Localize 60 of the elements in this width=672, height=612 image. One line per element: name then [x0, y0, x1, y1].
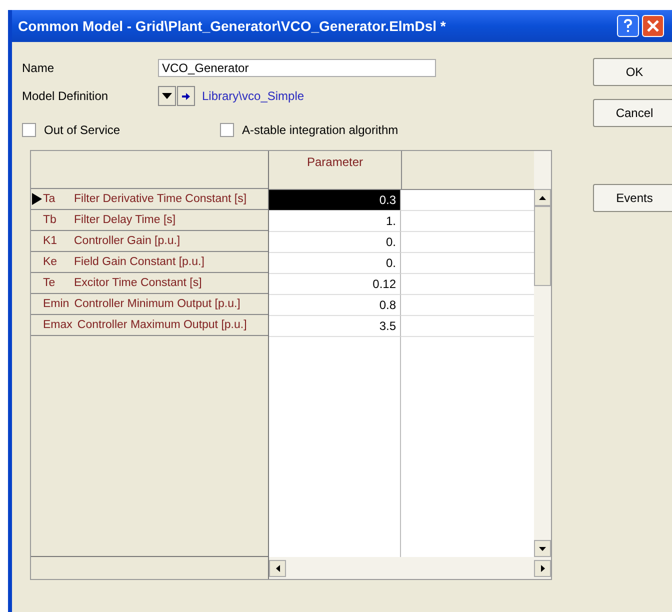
- scroll-up-button[interactable]: [534, 189, 551, 206]
- value-cell[interactable]: 3.5: [269, 316, 401, 337]
- model-link[interactable]: Library\vco_Simple: [202, 89, 304, 103]
- up-triangle-icon: [539, 196, 546, 200]
- parameter-symbol: Te: [43, 277, 56, 289]
- close-icon: [647, 20, 659, 32]
- checkbox[interactable]: [22, 123, 36, 137]
- row-header[interactable]: Emin Controller Minimum Output [p.u.]: [31, 294, 268, 315]
- help-icon: [621, 18, 635, 34]
- value-cell[interactable]: 0.12: [269, 274, 401, 295]
- dialog-button[interactable]: Cancel: [593, 99, 672, 127]
- value-cell[interactable]: 0.8: [269, 295, 401, 316]
- model-definition-label: Model Definition: [22, 89, 110, 103]
- name-label: Name: [22, 61, 56, 75]
- down-triangle-icon: [539, 546, 546, 550]
- dialog-button[interactable]: Events: [593, 184, 672, 212]
- down-triangle-icon: [162, 93, 172, 99]
- parameter-symbol: K1: [43, 235, 58, 247]
- parameter-symbol: Tb: [43, 214, 58, 226]
- vertical-scrollbar[interactable]: [534, 151, 551, 557]
- scroll-left-button[interactable]: [269, 560, 286, 576]
- checkbox[interactable]: [220, 123, 234, 137]
- name-field[interactable]: VCO_Generator: [158, 59, 436, 77]
- value-cell[interactable]: 0.: [269, 232, 401, 253]
- value-cell[interactable]: 0.: [269, 253, 401, 274]
- scroll-thumb[interactable]: [534, 206, 551, 286]
- parameter-description: Field Gain Constant [p.u.]: [74, 256, 204, 268]
- parameter-description: Excitor Time Constant [s]: [74, 277, 202, 289]
- row-header[interactable]: Ta Filter Derivative Time Constant [s]: [31, 189, 268, 210]
- window-title: Common Model - Grid\Plant_Generator\VCO_Generator.ElmDsl *: [18, 18, 447, 34]
- row-header[interactable]: Te Excitor Time Constant [s]: [31, 273, 268, 294]
- row-header[interactable]: Tb Filter Delay Time [s]: [31, 210, 268, 231]
- column-header[interactable]: Parameter: [269, 151, 402, 189]
- dropdown-button[interactable]: [158, 86, 176, 106]
- jump-button[interactable]: [177, 86, 195, 106]
- close-button[interactable]: [642, 15, 664, 37]
- parameter-symbol: Ta: [43, 193, 56, 205]
- parameter-symbol: Emax: [43, 319, 72, 331]
- checkbox-label: A-stable integration algorithm: [242, 123, 398, 137]
- scroll-right-button[interactable]: [534, 560, 551, 576]
- scroll-down-button[interactable]: [534, 540, 551, 557]
- dialog-button[interactable]: OK: [593, 58, 672, 86]
- parameter-description: Controller Minimum Output [p.u.]: [74, 298, 240, 310]
- parameter-description: Controller Gain [p.u.]: [74, 235, 180, 247]
- row-header[interactable]: Ke Field Gain Constant [p.u.]: [31, 252, 268, 273]
- parameter-description: Filter Delay Time [s]: [74, 214, 176, 226]
- checkbox-label: Out of Service: [44, 123, 120, 137]
- row-header[interactable]: Emax Controller Maximum Output [p.u.]: [31, 315, 268, 336]
- right-arrow-icon: [182, 92, 190, 100]
- help-button[interactable]: [617, 15, 639, 37]
- right-triangle-icon: [540, 564, 544, 572]
- horizontal-scrollbar[interactable]: [269, 557, 551, 579]
- row-header[interactable]: K1 Controller Gain [p.u.]: [31, 231, 268, 252]
- left-triangle-icon: [276, 564, 280, 572]
- parameter-symbol: Ke: [43, 256, 58, 268]
- value-cell[interactable]: 0.3: [269, 190, 401, 211]
- parameter-symbol: Emin: [43, 298, 70, 310]
- value-cell[interactable]: 1.: [269, 211, 401, 232]
- parameter-description: Controller Maximum Output [p.u.]: [77, 319, 247, 331]
- parameter-description: Filter Derivative Time Constant [s]: [74, 193, 247, 205]
